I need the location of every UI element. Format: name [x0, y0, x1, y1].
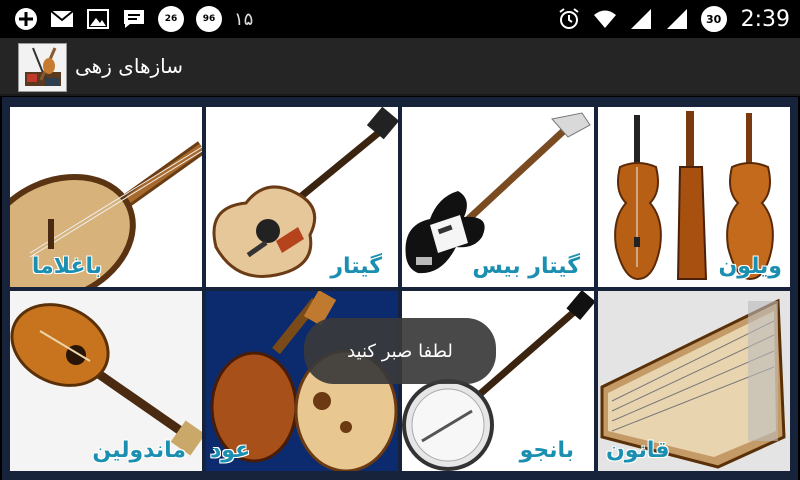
grid-item-label: عود	[210, 438, 251, 463]
grid-item-guitar[interactable]: گیتار	[206, 107, 398, 287]
grid-item-label: ماندولین	[92, 438, 186, 463]
notification-badge-1: 26	[158, 6, 184, 32]
grid-item-label: باغلاما	[31, 254, 102, 279]
alarm-icon	[558, 8, 579, 29]
battery-icon: 30	[700, 6, 727, 32]
instrument-grid-container: باغلاما گیتار گیتار بیس ویلون ماندولین ع…	[2, 97, 798, 480]
wifi-icon	[593, 10, 616, 28]
instrument-grid: باغلاما گیتار گیتار بیس ویلون ماندولین ع…	[8, 103, 792, 471]
chat-icon	[124, 10, 144, 28]
grid-item-label: گیتار بیس	[472, 254, 580, 279]
grid-item-label: گیتار	[330, 254, 382, 279]
add-icon	[15, 8, 37, 30]
clock: 2:39	[740, 6, 790, 32]
grid-item-label: بانجو	[519, 438, 574, 463]
page-title: سازهای زهی	[75, 54, 184, 78]
grid-item-bass-guitar[interactable]: گیتار بیس	[402, 107, 594, 287]
grid-item-label: قانون	[606, 438, 670, 463]
notification-badge-2: 96	[196, 6, 222, 32]
grid-item-baglama[interactable]: باغلاما	[10, 107, 202, 287]
image-icon	[87, 9, 109, 29]
signal-icon	[630, 9, 651, 29]
grid-item-label: ویلون	[718, 254, 783, 279]
status-bar-notifications: 26 96 ۱۵	[14, 6, 253, 32]
action-bar: سازهای زهی	[0, 38, 800, 96]
toast-message: لطفا صبر کنید	[304, 318, 496, 384]
status-bar: 26 96 ۱۵ 30 2:39	[0, 0, 800, 38]
signal-icon	[666, 9, 687, 29]
grid-item-violin[interactable]: ویلون	[598, 107, 790, 287]
status-bar-system: 30 2:39	[557, 6, 790, 32]
app-logo-icon[interactable]	[18, 43, 67, 92]
email-icon	[50, 10, 74, 27]
grid-item-qanun[interactable]: قانون	[598, 291, 790, 471]
status-number: ۱۵	[234, 8, 254, 30]
grid-item-mandolin[interactable]: ماندولین	[10, 291, 202, 471]
